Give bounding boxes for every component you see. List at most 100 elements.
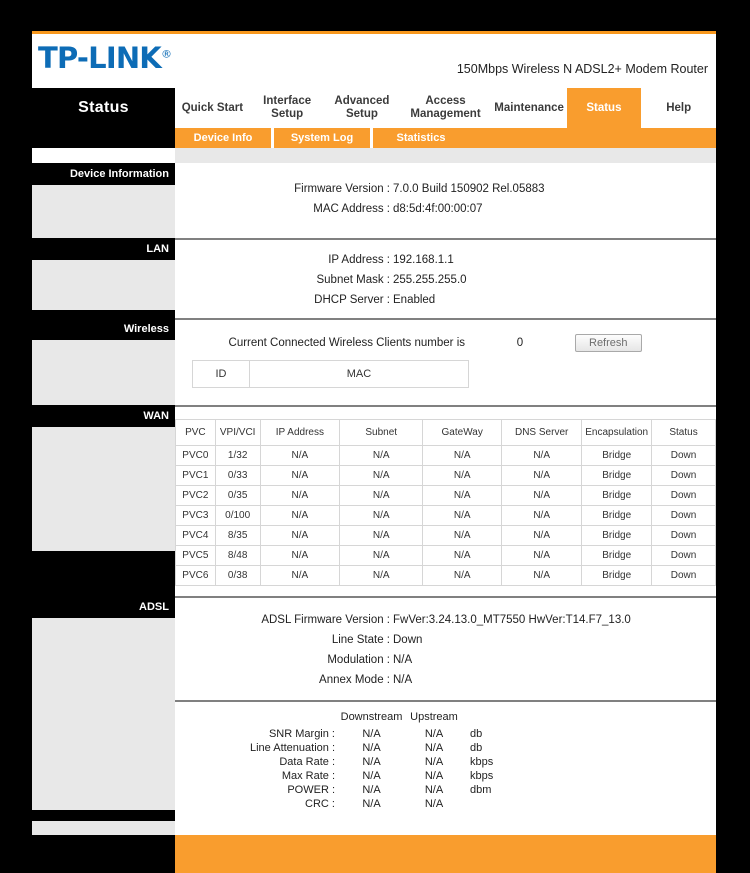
wan-cell-status: Down	[651, 485, 716, 506]
brand-bar: TP-LINK® 150Mbps Wireless N ADSL2+ Modem…	[32, 34, 716, 88]
stats-header-upstream: Upstream	[410, 711, 458, 723]
value-adsl-firmware-version: FwVer:3.24.13.0_MT7550 HwVer:T14.F7_13.0	[393, 614, 631, 626]
wan-cell-ip-address: N/A	[259, 565, 341, 586]
value-crc-up: N/A	[424, 798, 444, 810]
wan-cell-ip-address: N/A	[259, 525, 341, 546]
label-connected-clients: Current Connected Wireless Clients numbe…	[228, 337, 465, 349]
wan-cell-pvc: PVC5	[175, 545, 216, 566]
label-crc: CRC :	[305, 798, 335, 810]
wan-cell-subnet: N/A	[339, 505, 424, 526]
tab-maintenance[interactable]: Maintenance	[491, 88, 567, 128]
wan-content: PVC VPI/VCI IP Address Subnet GateWay DN…	[175, 405, 716, 596]
sub-tabs: Device Info System Log Statistics	[175, 128, 716, 148]
table-row: PVC4 8/35 N/A N/A N/A N/A Bridge Down	[175, 525, 716, 546]
wan-cell-vpi-vci: 0/38	[214, 565, 261, 586]
tab-status[interactable]: Status	[566, 88, 642, 128]
label-subnet-mask: Subnet Mask :	[316, 274, 390, 286]
wan-cell-dns-server: N/A	[501, 445, 583, 466]
wan-cell-gateway: N/A	[422, 545, 503, 566]
row-ip-address: IP Address : 192.168.1.1	[175, 250, 716, 270]
label-ip-address: IP Address :	[328, 254, 390, 266]
value-connected-clients-count: 0	[516, 337, 524, 349]
wan-cell-vpi-vci: 8/48	[214, 545, 261, 566]
spacer-right	[175, 148, 716, 163]
wan-cell-subnet: N/A	[339, 565, 424, 586]
main-tabs: Quick Start Interface Setup Advanced Set…	[175, 88, 717, 128]
tab-access-management[interactable]: Access Management	[399, 88, 492, 128]
table-header-row: ID MAC	[192, 360, 469, 388]
label-modulation: Modulation :	[327, 654, 390, 666]
wan-cell-ip-address: N/A	[259, 545, 341, 566]
refresh-button[interactable]: Refresh	[575, 334, 642, 352]
model-description: 150Mbps Wireless N ADSL2+ Modem Router	[456, 62, 708, 76]
section-wan: WAN PVC VPI/VCI IP Address Subnet GateWa…	[32, 405, 716, 596]
sub-nav-left-filler	[32, 128, 175, 148]
stats-row-crc: CRC : N/A N/A	[175, 797, 716, 811]
page-title: Status	[32, 88, 175, 128]
value-max-rate-up: N/A	[424, 770, 444, 782]
value-data-rate-down: N/A	[362, 756, 381, 768]
row-firmware-version: Firmware Version : 7.0.0 Build 150902 Re…	[175, 179, 716, 199]
label-firmware-version: Firmware Version :	[294, 183, 390, 195]
section-label-device-information: Device Information	[32, 163, 175, 185]
section-label-lan: LAN	[32, 238, 175, 260]
lan-rows: IP Address : 192.168.1.1 Subnet Mask : 2…	[175, 240, 716, 318]
section-label-adsl: ADSL	[32, 596, 175, 618]
wireless-content: Current Connected Wireless Clients numbe…	[175, 318, 716, 405]
wan-cell-dns-server: N/A	[501, 465, 583, 486]
main-navigation-row: Status Quick Start Interface Setup Advan…	[32, 88, 717, 128]
unit-crc	[464, 797, 520, 811]
subtab-system-log[interactable]: System Log	[274, 128, 373, 148]
stats-header-unit-spacer	[464, 710, 520, 724]
wan-cell-encapsulation: Bridge	[581, 505, 653, 526]
value-firmware-version: 7.0.0 Build 150902 Rel.05883	[393, 183, 545, 195]
stats-header-downstream: Downstream	[340, 711, 403, 723]
wan-cell-pvc: PVC3	[175, 505, 216, 526]
label-max-rate: Max Rate :	[281, 770, 335, 782]
wan-header-ip-address: IP Address	[259, 419, 341, 446]
tab-help[interactable]: Help	[641, 88, 717, 128]
content-top-spacer	[32, 148, 716, 163]
subtab-statistics[interactable]: Statistics	[373, 128, 469, 148]
wan-cell-ip-address: N/A	[259, 445, 341, 466]
wan-cell-subnet: N/A	[339, 525, 424, 546]
wan-cell-gateway: N/A	[422, 465, 503, 486]
adsl-rows: ADSL Firmware Version : FwVer:3.24.13.0_…	[175, 598, 716, 700]
value-snr-margin-up: N/A	[424, 728, 444, 740]
tab-quick-start[interactable]: Quick Start	[175, 88, 250, 128]
wan-cell-vpi-vci: 0/100	[214, 505, 261, 526]
label-adsl-firmware-version: ADSL Firmware Version :	[261, 614, 390, 626]
value-line-attenuation-up: N/A	[424, 742, 444, 754]
table-row: PVC1 0/33 N/A N/A N/A N/A Bridge Down	[175, 465, 716, 486]
wan-cell-vpi-vci: 0/33	[214, 465, 261, 486]
adsl-left-label-column: ADSL	[32, 596, 175, 821]
table-row: PVC3 0/100 N/A N/A N/A N/A Bridge Down	[175, 505, 716, 526]
wireless-clients-row: Current Connected Wireless Clients numbe…	[175, 320, 716, 360]
unit-snr-margin: db	[470, 728, 483, 740]
wan-left-label-column: WAN	[32, 405, 175, 596]
device-information-left-label-column: Device Information	[32, 163, 175, 238]
tab-interface-setup[interactable]: Interface Setup	[249, 88, 325, 128]
wan-cell-vpi-vci: 0/35	[214, 485, 261, 506]
footer-bar-row	[32, 835, 716, 873]
logo-text: TP-LINK	[38, 41, 162, 75]
section-lan: LAN IP Address : 192.168.1.1 Subnet Mask…	[32, 238, 716, 318]
unit-power: dbm	[470, 784, 492, 796]
subtab-device-info[interactable]: Device Info	[175, 128, 274, 148]
adsl-stats-header-row: Downstream Upstream	[175, 710, 716, 724]
registered-trademark-icon: ®	[160, 47, 172, 61]
wan-cell-gateway: N/A	[422, 565, 503, 586]
tab-advanced-setup[interactable]: Advanced Setup	[324, 88, 400, 128]
row-adsl-firmware-version: ADSL Firmware Version : FwVer:3.24.13.0_…	[175, 610, 716, 630]
adsl-content: ADSL Firmware Version : FwVer:3.24.13.0_…	[175, 596, 716, 821]
wireless-left-panel	[32, 340, 175, 405]
wan-table-wrapper: PVC VPI/VCI IP Address Subnet GateWay DN…	[175, 407, 716, 596]
value-ip-address: 192.168.1.1	[393, 254, 454, 266]
wan-cell-encapsulation: Bridge	[581, 565, 653, 586]
wan-cell-encapsulation: Bridge	[581, 445, 653, 466]
wan-table: PVC VPI/VCI IP Address Subnet GateWay DN…	[175, 419, 716, 586]
table-row: PVC2 0/35 N/A N/A N/A N/A Bridge Down	[175, 485, 716, 506]
wan-cell-status: Down	[651, 525, 716, 546]
wan-cell-dns-server: N/A	[501, 565, 583, 586]
value-snr-margin-down: N/A	[362, 728, 381, 740]
